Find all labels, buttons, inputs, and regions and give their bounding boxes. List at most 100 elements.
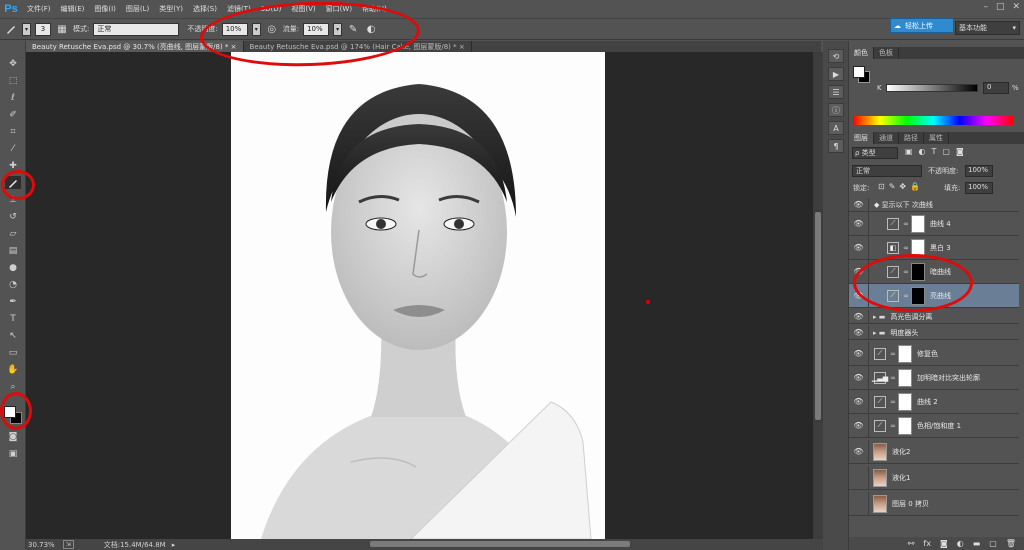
document-canvas[interactable]	[231, 52, 605, 539]
tab-properties[interactable]: 属性	[924, 132, 949, 144]
tab-swatches[interactable]: 色板	[874, 47, 899, 59]
trash-icon[interactable]: 🗑	[1006, 539, 1016, 548]
visibility-eye-icon[interactable]: 👁	[849, 413, 869, 438]
lock-icons[interactable]: ⊡✎✥🔒	[878, 182, 924, 191]
mode-select[interactable]: 正常	[93, 22, 180, 36]
visibility-eye-icon[interactable]: 👁	[849, 309, 869, 324]
layer-row[interactable]: 👁 ▸ ▬ 高光色调分离	[849, 309, 1019, 324]
layer-row[interactable]: 👁 液化2	[849, 439, 1019, 464]
crop-tool-icon[interactable]: ⌗	[5, 125, 21, 138]
layer-mask-thumbnail[interactable]	[898, 344, 912, 363]
layer-row[interactable]: 图层 0 拷贝	[849, 491, 1019, 516]
properties-panel-icon[interactable]: ☰	[828, 85, 844, 99]
tab-layers[interactable]: 图层	[849, 132, 874, 144]
layer-row[interactable]: 👁 ◆ 显示以下 次曲线	[849, 197, 1019, 212]
vertical-scrollbar[interactable]	[813, 52, 823, 539]
visibility-eye-icon[interactable]: 👁	[849, 211, 869, 236]
maximize-button[interactable]: □	[996, 2, 1005, 12]
adjustment-layer-icon[interactable]: ◐	[957, 539, 964, 548]
layer-filter-icons[interactable]: ▣◐T▢◙	[905, 147, 995, 159]
zoom-level[interactable]: 30.73%	[28, 541, 55, 549]
tab-color[interactable]: 颜色	[849, 47, 874, 59]
eyedropper-tool-icon[interactable]: ⁄	[5, 142, 21, 155]
move-tool-icon[interactable]: ✥	[5, 57, 21, 70]
fx-icon[interactable]: fx	[923, 539, 931, 548]
link-layers-icon[interactable]: ⚯	[908, 539, 915, 548]
close-button[interactable]: ✕	[1012, 2, 1020, 12]
quick-select-tool-icon[interactable]: ✐	[5, 108, 21, 121]
blend-mode-select[interactable]: 正常	[852, 165, 922, 177]
layer-opacity-field[interactable]: 100%	[965, 165, 993, 177]
new-group-icon[interactable]: ▬	[973, 539, 981, 548]
export-icon[interactable]: ⇲	[62, 540, 74, 549]
visibility-eye-icon[interactable]: 👁	[849, 325, 869, 340]
blur-tool-icon[interactable]: ●	[5, 261, 21, 274]
history-panel-icon[interactable]: ⟲	[828, 49, 844, 63]
visibility-eye-icon[interactable]: 👁	[849, 197, 869, 212]
visibility-toggle-empty[interactable]	[849, 465, 869, 490]
eraser-tool-icon[interactable]: ▱	[5, 227, 21, 240]
menu-layer[interactable]: 图层(L)	[121, 4, 154, 14]
layer-mask-thumbnail[interactable]	[911, 214, 925, 233]
status-arrow-icon[interactable]: ▸	[172, 541, 176, 549]
layer-row[interactable]: 👁 ▁▃▅ ∞ 加明暗对比突出轮廓	[849, 365, 1019, 390]
path-select-tool-icon[interactable]: ↖	[5, 329, 21, 342]
visibility-eye-icon[interactable]: 👁	[849, 341, 869, 366]
quick-mask-icon[interactable]: ◙	[5, 430, 21, 443]
fill-field[interactable]: 100%	[965, 182, 993, 194]
visibility-eye-icon[interactable]: 👁	[849, 389, 869, 414]
minimize-button[interactable]: –	[983, 2, 988, 12]
menu-type[interactable]: 类型(Y)	[154, 4, 188, 14]
gradient-tool-icon[interactable]: ▤	[5, 244, 21, 257]
actions-panel-icon[interactable]: ▶	[828, 67, 844, 81]
layer-mask-thumbnail[interactable]	[898, 416, 912, 435]
visibility-eye-icon[interactable]: 👁	[849, 235, 869, 260]
history-brush-tool-icon[interactable]: ↺	[5, 210, 21, 223]
brush-size-field[interactable]: 3	[35, 22, 51, 36]
rectangle-tool-icon[interactable]: ▭	[5, 346, 21, 359]
menu-select[interactable]: 选择(S)	[188, 4, 222, 14]
visibility-toggle-empty[interactable]	[849, 491, 869, 516]
layer-row[interactable]: 👁 ⟋ ∞ 修复色	[849, 341, 1019, 366]
info-panel-icon[interactable]: ⓘ	[828, 103, 844, 117]
marquee-tool-icon[interactable]: ⬚	[5, 74, 21, 87]
layer-row[interactable]: 👁 ▸ ▬ 明度器头	[849, 325, 1019, 340]
layer-row[interactable]: 👁 ⟋ ∞ 曲线 2	[849, 389, 1019, 414]
layer-thumbnail[interactable]	[873, 494, 887, 513]
character-panel-icon[interactable]: A	[828, 121, 844, 135]
screen-mode-icon[interactable]: ▣	[5, 447, 21, 460]
layer-thumbnail[interactable]	[873, 442, 887, 461]
layer-filter-kind[interactable]: ρ 类型	[852, 147, 898, 159]
layer-mask-thumbnail[interactable]	[898, 392, 912, 411]
visibility-eye-icon[interactable]: 👁	[849, 365, 869, 390]
workspace-select[interactable]: 基本功能 ▾	[955, 21, 1020, 35]
k-slider[interactable]	[886, 84, 978, 92]
foreground-color-swatch[interactable]	[4, 406, 16, 418]
layer-mask-thumbnail[interactable]	[898, 368, 912, 387]
pen-tool-icon[interactable]: ✒	[5, 295, 21, 308]
hand-tool-icon[interactable]: ✋	[5, 363, 21, 376]
dodge-tool-icon[interactable]: ◔	[5, 278, 21, 291]
color-fg-swatch[interactable]	[853, 66, 865, 78]
lasso-tool-icon[interactable]: ℓ	[5, 91, 21, 104]
color-spectrum[interactable]	[853, 116, 1013, 125]
tab-paths[interactable]: 路径	[899, 132, 924, 144]
k-value-field[interactable]: 0	[983, 82, 1009, 94]
menu-edit[interactable]: 编辑(E)	[56, 4, 90, 14]
layer-thumbnail[interactable]	[873, 468, 887, 487]
visibility-eye-icon[interactable]: 👁	[849, 439, 869, 464]
menu-file[interactable]: 文件(F)	[22, 4, 56, 14]
layer-row[interactable]: 液化1	[849, 465, 1019, 490]
new-layer-icon[interactable]: ▢	[989, 539, 997, 548]
layer-row[interactable]: 👁 ⟋ ∞ 曲线 4	[849, 211, 1019, 236]
menu-image[interactable]: 图像(I)	[89, 4, 121, 14]
tab-channels[interactable]: 通道	[874, 132, 899, 144]
type-tool-icon[interactable]: T	[5, 312, 21, 325]
add-mask-icon[interactable]: ◙	[940, 539, 948, 548]
cloud-upload-button[interactable]: ☁ 轻松上传	[890, 18, 954, 33]
horizontal-scroll-thumb[interactable]	[370, 541, 630, 547]
vertical-scroll-thumb[interactable]	[815, 212, 821, 420]
layer-row[interactable]: 👁 ⟋ ∞ 色相/饱和度 1	[849, 413, 1019, 438]
paragraph-panel-icon[interactable]: ¶	[828, 139, 844, 153]
zoom-tool-icon[interactable]: ⌕	[5, 380, 21, 393]
